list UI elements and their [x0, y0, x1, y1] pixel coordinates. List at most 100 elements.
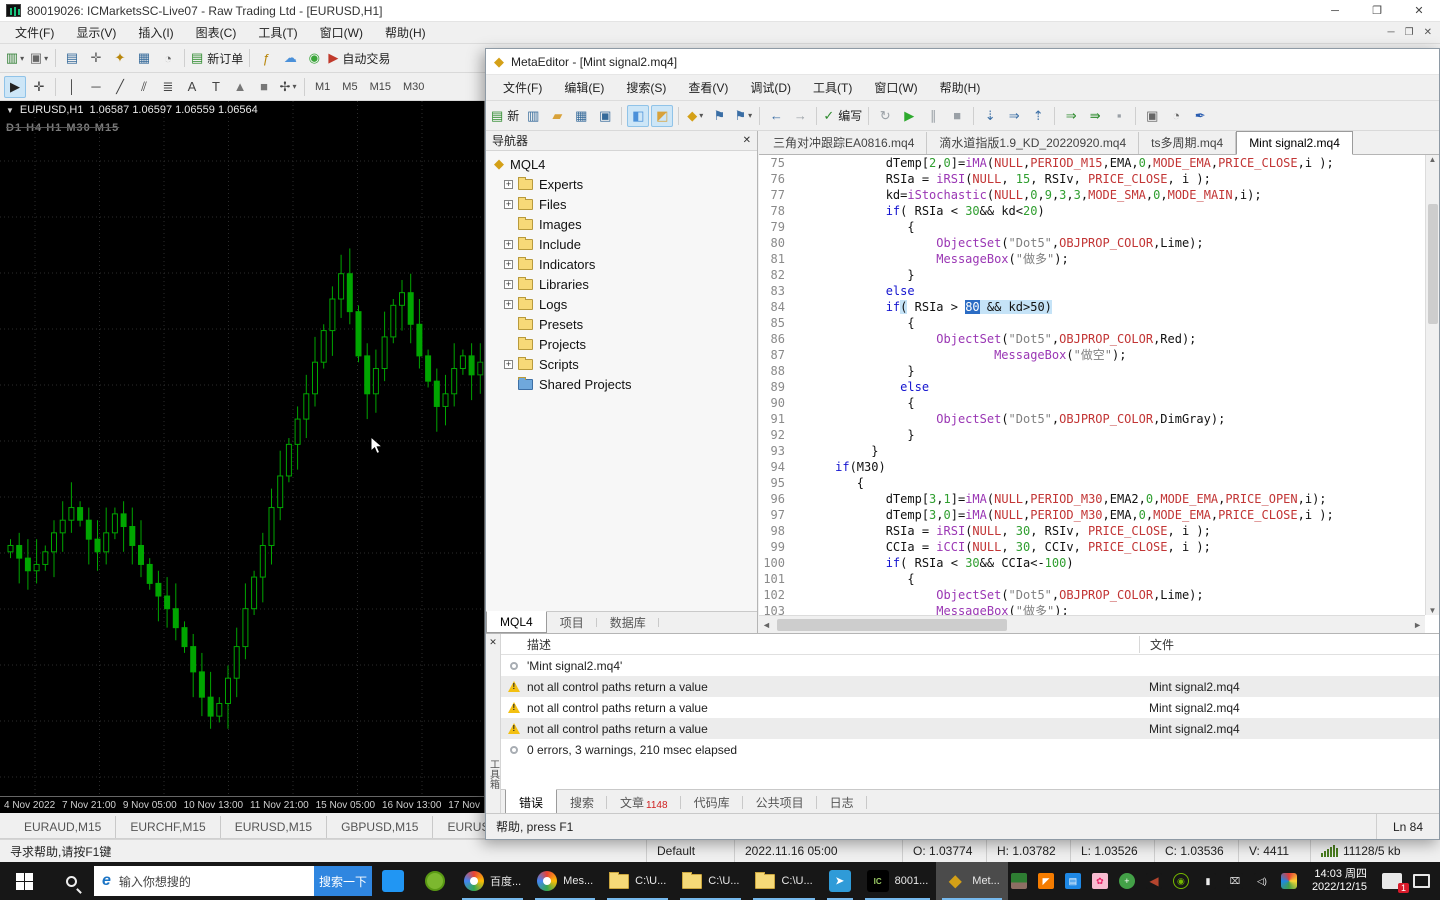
forward-button[interactable]: → [789, 105, 811, 127]
code-line[interactable]: 79 { [759, 219, 1425, 235]
code-line[interactable]: 93 } [759, 443, 1425, 459]
mt4-menu-item[interactable]: 帮助(H) [374, 22, 437, 44]
strategy-tester-button[interactable]: ◔ [157, 47, 179, 69]
info-row[interactable]: 'Mint signal2.mq4' [501, 655, 1439, 676]
tray-media-icon[interactable]: ▤ [1064, 873, 1081, 889]
market-watch-button[interactable]: ▤ [61, 47, 83, 69]
warning-row[interactable]: not all control paths return a valueMint… [501, 697, 1439, 718]
debug-pause-button[interactable]: ∥ [922, 105, 944, 127]
expand-icon[interactable]: + [504, 279, 513, 289]
rectangle-button[interactable]: ■ [253, 76, 275, 98]
dropdown-arrow-icon[interactable]: ▾ [699, 111, 703, 120]
code-line[interactable]: 76 RSIa = iRSI(NULL, 15, RSIv, PRICE_CLO… [759, 171, 1425, 187]
code-line[interactable]: 98 RSIa = iRSI(NULL, 30, RSIv, PRICE_CLO… [759, 523, 1425, 539]
expand-icon[interactable]: + [504, 239, 513, 249]
expand-icon[interactable]: + [504, 259, 513, 269]
file-column-header[interactable]: 文件 [1139, 635, 1439, 653]
dropdown-arrow-icon[interactable]: ▾ [44, 54, 48, 63]
code-line[interactable]: 89 else [759, 379, 1425, 395]
data-window-button[interactable]: ✛ [85, 47, 107, 69]
toolbox-tab-日志[interactable]: 日志 [817, 790, 867, 815]
debug-restart-button[interactable]: ↻ [874, 105, 896, 127]
vline-button[interactable]: │ [61, 76, 83, 98]
mt4-menu-item[interactable]: 窗口(W) [309, 22, 374, 44]
code-line[interactable]: 80 ObjectSet("Dot5",OBJPROP_COLOR,Lime); [759, 235, 1425, 251]
navigator-item-projects[interactable]: Projects [492, 334, 757, 354]
toolbox-tab-代码库[interactable]: 代码库 [681, 790, 743, 815]
text-button[interactable]: A [181, 76, 203, 98]
pinned-green-app[interactable] [414, 862, 456, 900]
tray-app-orange-icon[interactable]: ◤ [1037, 873, 1054, 889]
expand-icon[interactable]: + [504, 179, 513, 189]
tray-green-plus-icon[interactable]: + [1118, 873, 1135, 889]
code-line[interactable]: 102 ObjectSet("Dot5",OBJPROP_COLOR,Lime)… [759, 587, 1425, 603]
taskbar-search-input[interactable]: e 输入你想搜的 [94, 866, 314, 896]
timeframe-m1-button[interactable]: M1 [309, 77, 336, 97]
search-go-button[interactable]: 搜索一下 [314, 866, 372, 896]
profiles-button[interactable]: ▣ ▾ [28, 47, 50, 69]
toolbox-tab-错误[interactable]: 错误 [505, 789, 558, 815]
navigator-item-shared-projects[interactable]: Shared Projects [492, 374, 757, 394]
maximize-button[interactable]: ❐ [1356, 0, 1398, 22]
label-button[interactable]: T [205, 76, 227, 98]
debug-start-button[interactable]: ▶ [898, 105, 920, 127]
code-line[interactable]: 100 if( RSIa < 30&& CCIa<-100) [759, 555, 1425, 571]
tray-red-play-icon[interactable]: ◀ [1145, 873, 1162, 889]
mt4-menu-item[interactable]: 显示(V) [65, 22, 127, 44]
code-line[interactable]: 85 { [759, 315, 1425, 331]
debug-stop-button[interactable]: ■ [946, 105, 968, 127]
arrows-button[interactable]: ✢ ▾ [277, 76, 299, 98]
channel-button[interactable]: ⫽ [133, 76, 155, 98]
mql-wizard-button[interactable]: ◆ ▾ [684, 105, 706, 127]
step-over-button[interactable]: ⇒ [1003, 105, 1025, 127]
timeframe-m30-button[interactable]: M30 [397, 77, 430, 97]
tray-app-green-icon[interactable] [1010, 873, 1027, 889]
navigator-tab-数据库[interactable]: 数据库 [597, 612, 659, 633]
taskbar-clock[interactable]: 14:03 周四 2022/12/15 [1312, 868, 1367, 894]
taskbar-app-metaeditor-app[interactable]: ◆ Met... [936, 862, 1008, 900]
code-line[interactable]: 96 dTemp[3,1]=iMA(NULL,PERIOD_M30,EMA2,0… [759, 491, 1425, 507]
mql5-signals-button[interactable]: ◉ [303, 47, 325, 69]
navigator-tab-MQL4[interactable]: MQL4 [486, 611, 547, 633]
microphone-icon[interactable]: ▮ [1199, 873, 1216, 889]
code-line[interactable]: 82 } [759, 267, 1425, 283]
metaeditor-menu-item[interactable]: 窗口(W) [863, 77, 928, 99]
chart-tab-gbpusd-m15[interactable]: GBPUSD,M15 [327, 816, 434, 838]
copy-button[interactable]: ▣ [1141, 105, 1163, 127]
chart-tab-eurusd-m15[interactable]: EURUSD,M15 [221, 816, 328, 838]
toolbox-tab-搜索[interactable]: 搜索 [557, 790, 608, 815]
toolbox-tab-文章[interactable]: 文章 1148 [607, 790, 681, 815]
code-line[interactable]: 101 { [759, 571, 1425, 587]
one-click-trading-toggle[interactable]: ▼ [6, 106, 14, 115]
info-row[interactable]: 0 errors, 3 warnings, 210 msec elapsed [501, 739, 1439, 760]
terminal-button[interactable]: ▦ [133, 47, 155, 69]
mql5-community-button[interactable]: ☁ [279, 47, 301, 69]
metaeditor-menu-item[interactable]: 文件(F) [492, 77, 553, 99]
taskbar-app-telegram-app[interactable]: ➤ [821, 862, 859, 900]
code-area[interactable]: 75 dTemp[2,0]=iMA(NULL,PERIOD_M15,EMA,0,… [759, 155, 1425, 615]
file-tab[interactable]: Mint signal2.mq4 [1236, 131, 1353, 155]
volume-icon[interactable]: ◁) [1253, 873, 1270, 889]
dropdown-arrow-icon[interactable]: ▾ [292, 82, 296, 91]
timeframe-m15-button[interactable]: M15 [364, 77, 397, 97]
navigator-close-icon[interactable]: ✕ [743, 135, 751, 146]
taskbar-app-folder-window-3[interactable]: C:\U... [747, 862, 820, 900]
description-column-header[interactable]: 描述 [501, 636, 1139, 653]
child-window-controls[interactable]: ─ ❐ ✕ [1388, 27, 1440, 38]
dropdown-arrow-icon[interactable]: ▾ [748, 111, 752, 120]
navigator-item-images[interactable]: Images [492, 214, 757, 234]
mt4-menu-item[interactable]: 工具(T) [247, 22, 308, 44]
navigator-item-libraries[interactable]: + Libraries [492, 274, 757, 294]
file-tab[interactable]: 滴水道指版1.9_KD_20220920.mq4 [927, 132, 1140, 154]
step-out-button[interactable]: ⇡ [1027, 105, 1049, 127]
navigator-item-files[interactable]: + Files [492, 194, 757, 214]
code-line[interactable]: 95 { [759, 475, 1425, 491]
continue-button[interactable]: ⇒ [1060, 105, 1082, 127]
code-line[interactable]: 88 } [759, 363, 1425, 379]
expand-icon[interactable]: + [504, 359, 513, 369]
metaeditor-menu-item[interactable]: 搜索(S) [615, 77, 677, 99]
price-chart[interactable]: ▼ EURUSD,H1 1.06587 1.06597 1.06559 1.06… [0, 101, 485, 813]
compile-button[interactable]: ✓ 编写 [822, 105, 863, 127]
minimize-button[interactable]: ─ [1314, 0, 1356, 22]
expand-icon[interactable]: + [504, 199, 513, 209]
